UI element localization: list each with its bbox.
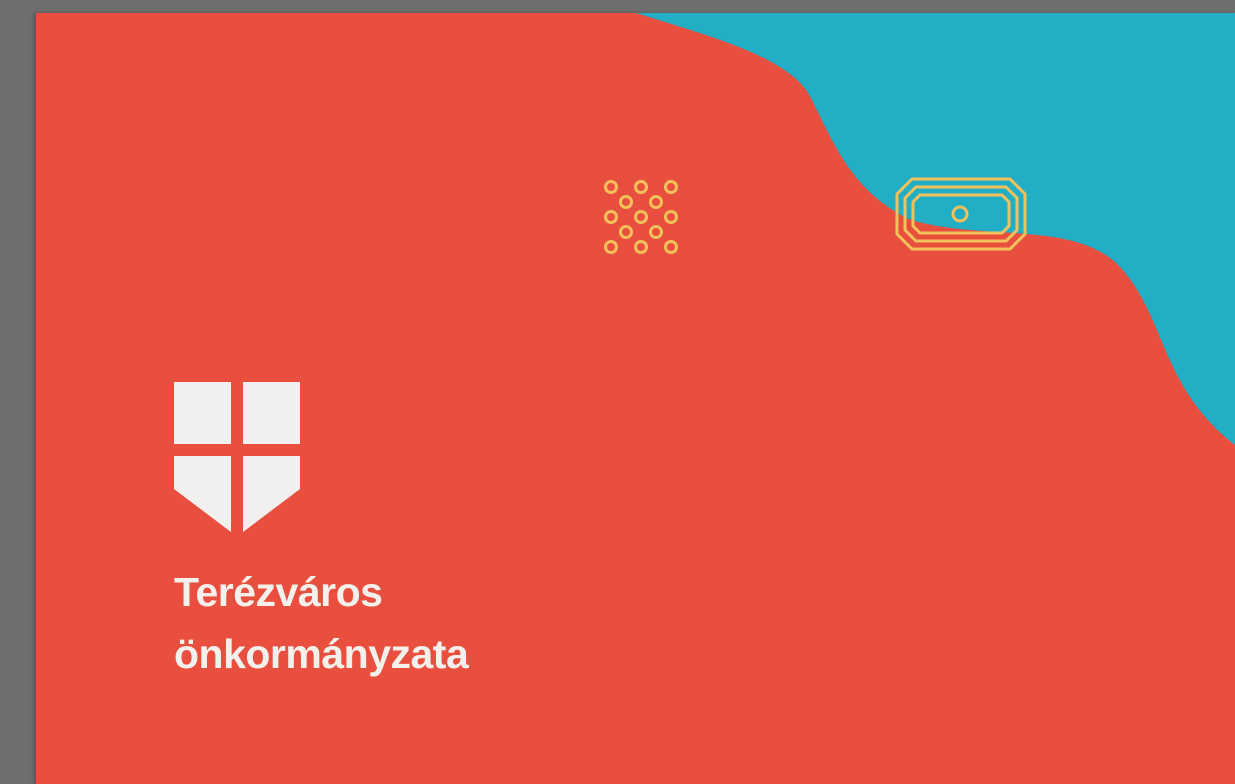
organization-name: Terézváros önkormányzata bbox=[174, 561, 469, 685]
shield-cross-icon bbox=[174, 382, 300, 532]
circle-lattice-icon bbox=[604, 180, 678, 254]
octagonal-frame-icon bbox=[895, 177, 1027, 251]
organization-name-line2: önkormányzata bbox=[174, 631, 469, 677]
brochure-cover: Terézváros önkormányzata bbox=[36, 13, 1235, 784]
organization-name-line1: Terézváros bbox=[174, 569, 383, 615]
photo-scene: Terézváros önkormányzata bbox=[0, 0, 1235, 784]
